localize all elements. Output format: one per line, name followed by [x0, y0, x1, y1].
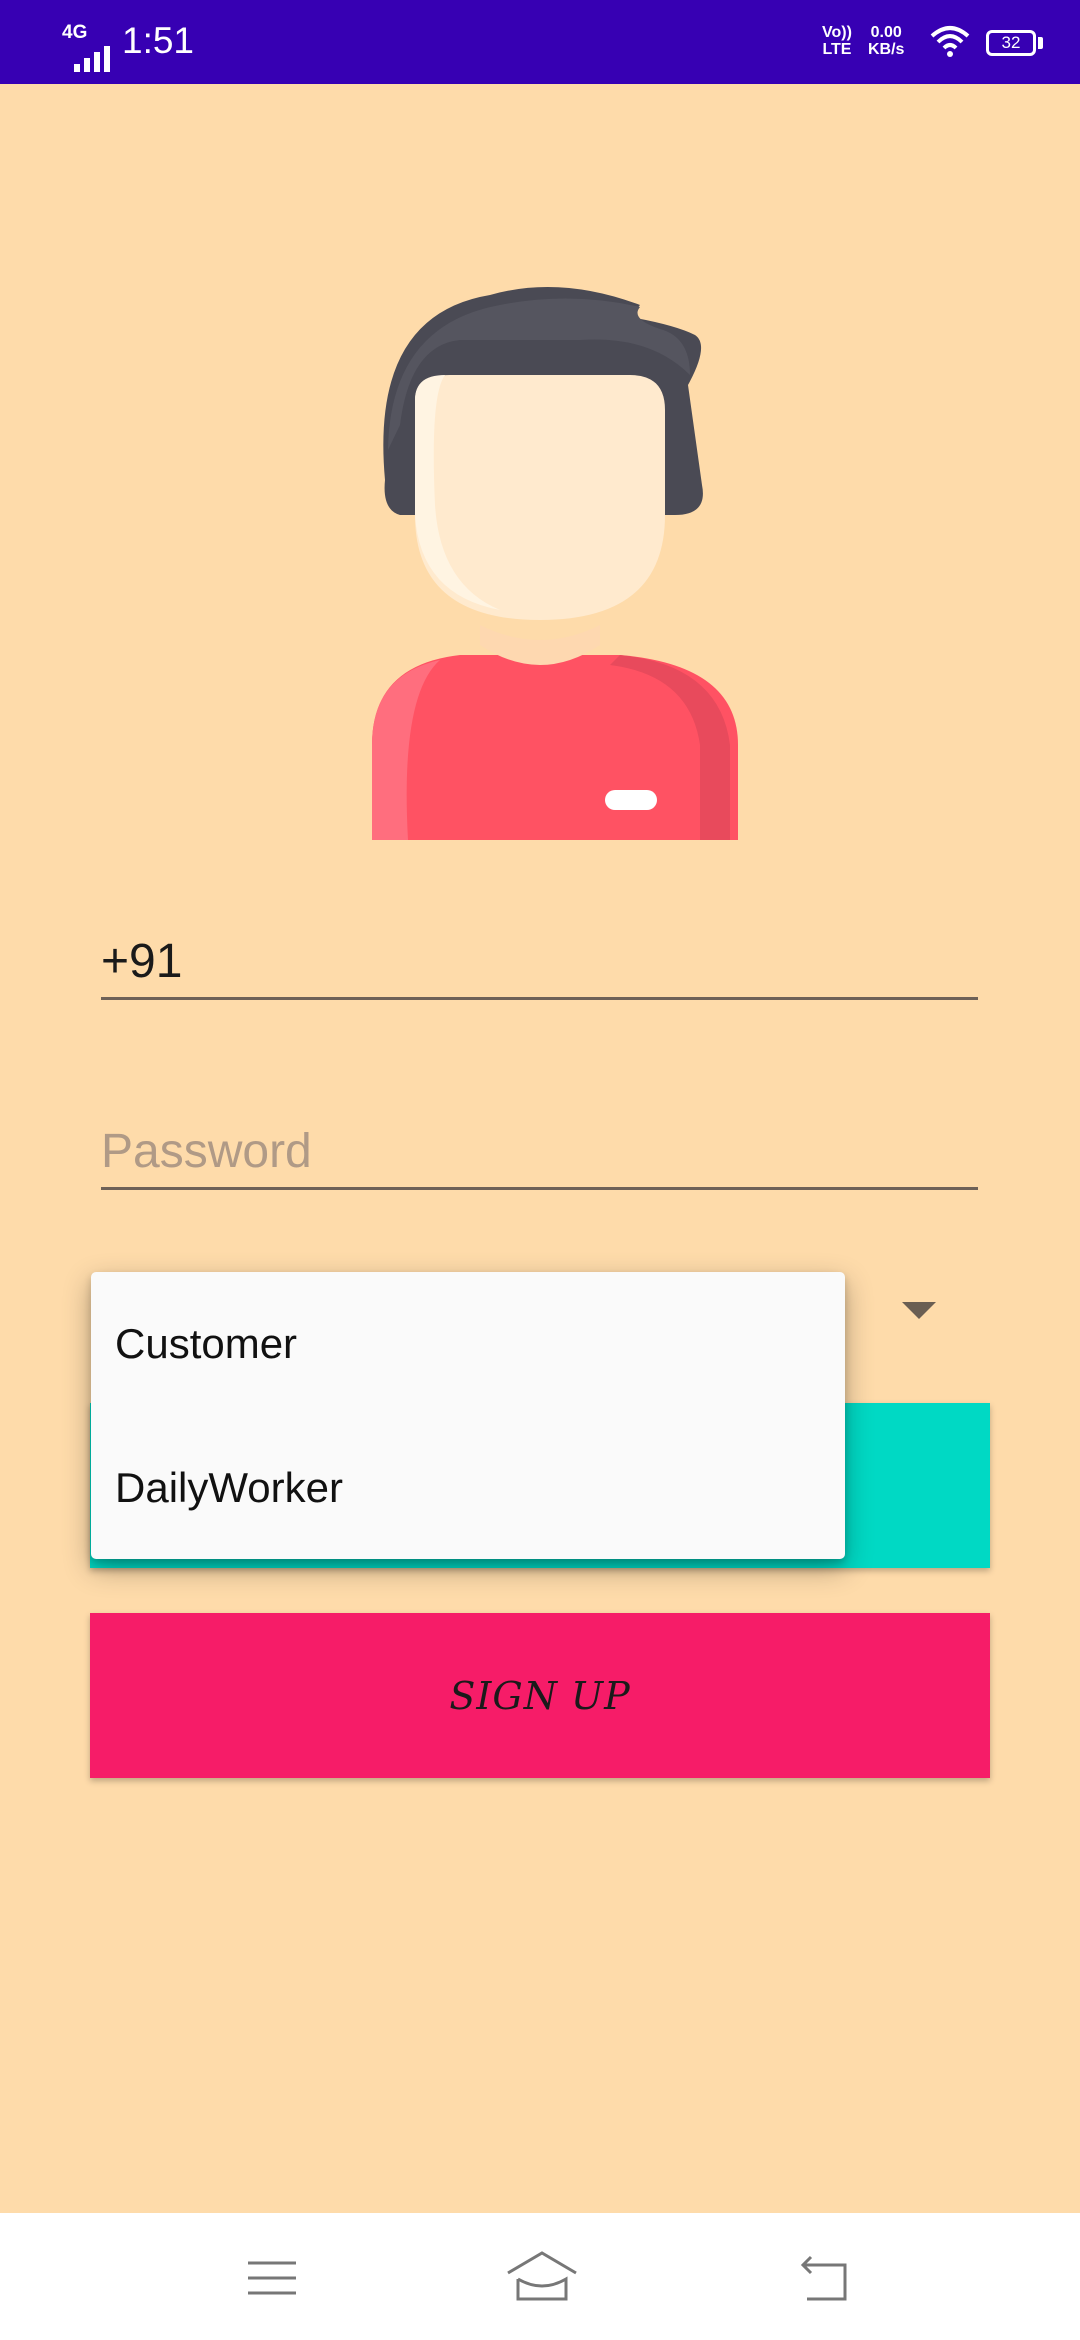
- network-speed: 0.00 KB/s: [868, 24, 904, 58]
- clock: 1:51: [122, 20, 195, 61]
- role-dropdown-menu: Customer DailyWorker: [91, 1272, 845, 1559]
- volte-top: Vo)): [822, 24, 852, 41]
- volte-bottom: LTE: [822, 41, 852, 58]
- phone-input-value: +91: [101, 935, 183, 988]
- battery-level: 32: [1001, 33, 1021, 52]
- phone-input[interactable]: +91: [101, 905, 978, 1000]
- signup-button-label: SIGN UP: [449, 1673, 631, 1718]
- password-placeholder: Password: [101, 1125, 312, 1178]
- menu-icon[interactable]: [230, 2243, 310, 2313]
- wifi-icon: [930, 26, 970, 57]
- password-input[interactable]: Password: [101, 1095, 978, 1190]
- status-bar: 4G 1:51 Vo)) LTE 0.00 KB/s 32: [0, 0, 1080, 84]
- home-icon[interactable]: [500, 2243, 580, 2313]
- dropdown-option-customer[interactable]: Customer: [91, 1272, 845, 1415]
- navigation-bar: [0, 2213, 1080, 2340]
- signup-button[interactable]: SIGN UP: [90, 1613, 990, 1778]
- back-icon[interactable]: [785, 2243, 865, 2313]
- speed-value: 0.00: [870, 24, 902, 41]
- dropdown-option-label: DailyWorker: [115, 1464, 343, 1511]
- dropdown-option-dailyworker[interactable]: DailyWorker: [91, 1416, 845, 1559]
- status-right: Vo)) LTE 0.00 KB/s 32: [780, 0, 1080, 84]
- battery-tip: [1038, 37, 1043, 49]
- volte-indicator: Vo)) LTE: [822, 24, 852, 58]
- role-spinner-arrow-icon[interactable]: [902, 1302, 936, 1319]
- speed-unit: KB/s: [868, 41, 905, 58]
- dropdown-option-label: Customer: [115, 1320, 298, 1367]
- user-avatar-icon: [372, 287, 738, 840]
- signal-icon: [74, 46, 110, 72]
